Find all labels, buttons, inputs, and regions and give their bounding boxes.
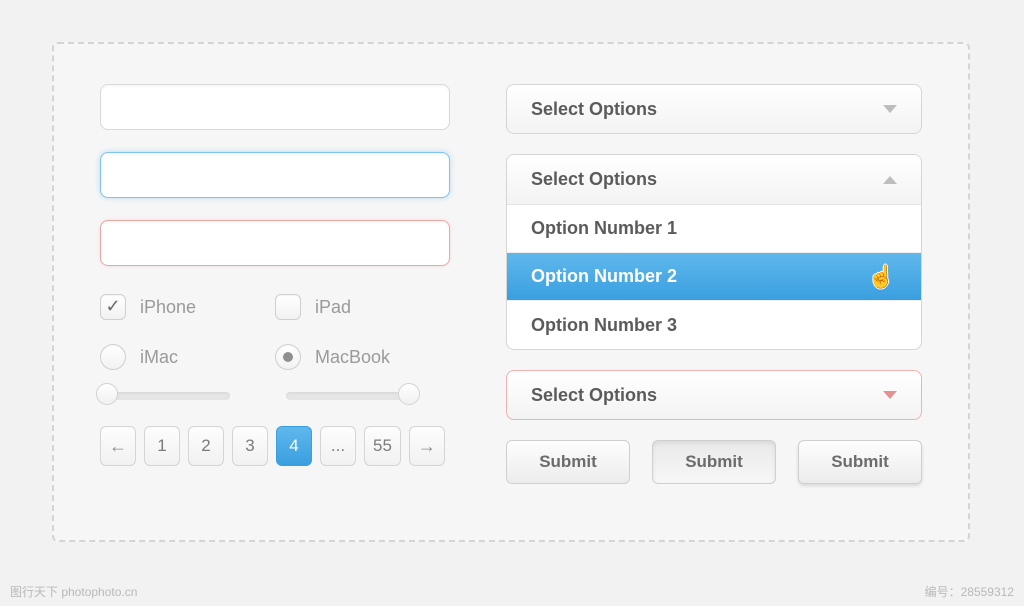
option-label: Option Number 2 bbox=[531, 266, 677, 287]
radio-icon bbox=[275, 344, 301, 370]
pager-next[interactable]: → bbox=[409, 426, 445, 466]
select-label: Select Options bbox=[531, 99, 657, 120]
radio-label: MacBook bbox=[315, 347, 390, 368]
slider-thumb[interactable] bbox=[96, 383, 118, 405]
select-option-1[interactable]: Option Number 1 bbox=[507, 205, 921, 253]
submit-button-default[interactable]: Submit bbox=[506, 440, 630, 484]
pager-prev[interactable]: ← bbox=[100, 426, 136, 466]
radio-label: iMac bbox=[140, 347, 178, 368]
radio-macbook[interactable]: MacBook bbox=[275, 344, 450, 370]
text-input-focused[interactable] bbox=[100, 152, 450, 198]
chevron-down-icon bbox=[883, 391, 897, 399]
slider-track bbox=[286, 392, 416, 400]
ui-kit-canvas: ✓ iPhone iPad iMac MacBook bbox=[52, 42, 970, 542]
radio-imac[interactable]: iMac bbox=[100, 344, 275, 370]
select-error[interactable]: Select Options bbox=[506, 370, 922, 420]
checkbox-ipad[interactable]: iPad bbox=[275, 294, 450, 320]
arrow-left-icon: ← bbox=[109, 436, 127, 457]
checkbox-icon bbox=[275, 294, 301, 320]
cursor-hand-icon: ☝ bbox=[868, 264, 895, 290]
watermark-footer: 图行天下 photophoto.cn 编号：28559312 bbox=[10, 583, 1014, 600]
slider-left[interactable] bbox=[100, 388, 230, 402]
slider-right[interactable] bbox=[286, 388, 416, 402]
watermark-right: 编号：28559312 bbox=[925, 583, 1014, 600]
pager-ellipsis: ... bbox=[320, 426, 356, 466]
slider-track bbox=[100, 392, 230, 400]
right-column: Select Options Select Options Option Num… bbox=[506, 84, 922, 484]
submit-button-pressed[interactable]: Submit bbox=[652, 440, 776, 484]
select-option-3[interactable]: Option Number 3 bbox=[507, 301, 921, 349]
select-label: Select Options bbox=[531, 385, 657, 406]
checkbox-label: iPad bbox=[315, 297, 351, 318]
check-mark-icon: ✓ bbox=[105, 296, 120, 317]
chevron-up-icon bbox=[883, 176, 897, 184]
chevron-down-icon bbox=[883, 105, 897, 113]
submit-button-raised[interactable]: Submit bbox=[798, 440, 922, 484]
text-input-default[interactable] bbox=[100, 84, 450, 130]
select-open[interactable]: Select Options Option Number 1 Option Nu… bbox=[506, 154, 922, 350]
radio-icon bbox=[100, 344, 126, 370]
pager-page-4[interactable]: 4 bbox=[276, 426, 312, 466]
pager-page-3[interactable]: 3 bbox=[232, 426, 268, 466]
checkbox-iphone[interactable]: ✓ iPhone bbox=[100, 294, 275, 320]
select-open-header[interactable]: Select Options bbox=[507, 155, 921, 205]
radio-dot-icon bbox=[283, 352, 293, 362]
select-option-2[interactable]: Option Number 2 ☝ bbox=[507, 253, 921, 301]
text-input-error[interactable] bbox=[100, 220, 450, 266]
arrow-right-icon: → bbox=[418, 436, 436, 457]
pager-page-55[interactable]: 55 bbox=[364, 426, 401, 466]
pager-page-1[interactable]: 1 bbox=[144, 426, 180, 466]
pager-page-2[interactable]: 2 bbox=[188, 426, 224, 466]
left-column: ✓ iPhone iPad iMac MacBook bbox=[100, 84, 450, 484]
slider-thumb[interactable] bbox=[398, 383, 420, 405]
checkbox-icon: ✓ bbox=[100, 294, 126, 320]
watermark-left: 图行天下 photophoto.cn bbox=[10, 583, 137, 600]
checkbox-label: iPhone bbox=[140, 297, 196, 318]
pagination: ← 1 2 3 4 ... 55 → bbox=[100, 426, 450, 466]
select-label: Select Options bbox=[531, 169, 657, 190]
select-closed[interactable]: Select Options bbox=[506, 84, 922, 134]
